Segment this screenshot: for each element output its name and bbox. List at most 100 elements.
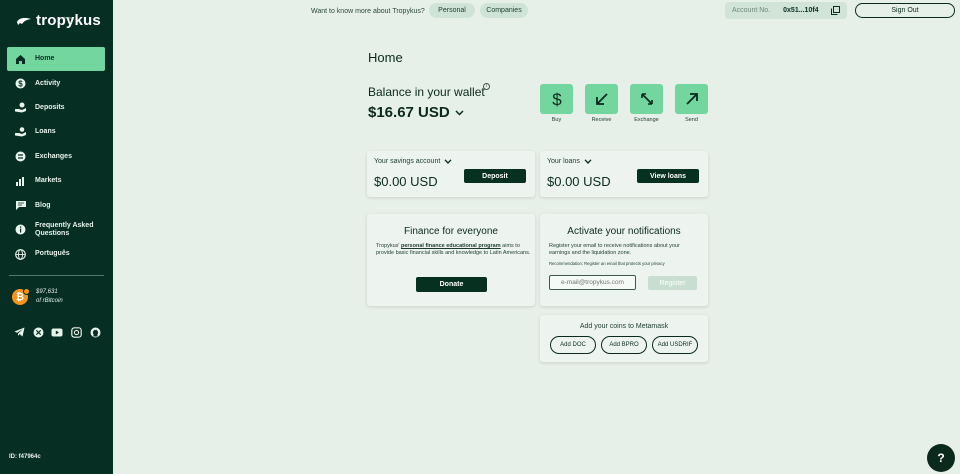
x-icon[interactable] [32,326,44,338]
deposit-button[interactable]: Deposit [464,169,526,183]
sidebar-nav: Home $ Activity Deposits Loans Exchanges [7,47,105,267]
loans-label: Your loans [547,158,580,165]
chevron-down-icon [455,109,464,116]
account-address: 0x51...10f4 [783,7,819,14]
sidebar-item-label: Blog [35,201,51,209]
register-button[interactable]: Register [648,276,697,290]
chart-icon [14,175,27,188]
svg-text:$: $ [18,79,23,88]
btc-price: $97,631 [36,289,58,295]
donate-button[interactable]: Donate [416,277,487,292]
buy-label: Buy [551,117,562,123]
loans-amount: $0.00 USD [547,174,611,189]
balance-value: $16.67 USD [368,104,450,121]
dollar-icon: $ [14,77,27,90]
sidebar-item-exchanges[interactable]: Exchanges [7,145,105,169]
info-icon [14,223,27,236]
sidebar-item-home[interactable]: Home [7,47,105,72]
metamask-title: Add your coins to Metamask [579,323,669,330]
view-loans-button[interactable]: View loans [637,169,699,183]
tab-companies[interactable]: Companies [480,3,528,18]
chevron-down-icon [444,159,452,164]
sidebar-item-activity[interactable]: $ Activity [7,71,105,95]
brand-logo[interactable]: tropykus [16,12,101,29]
sidebar-item-blog[interactable]: Blog [7,193,105,217]
chevron-down-icon [584,159,592,164]
sidebar-item-label: Português [35,250,70,258]
telegram-icon[interactable] [13,326,25,338]
notifications-description: Register your email to receive notificat… [549,243,680,256]
info-icon[interactable]: i [483,83,490,90]
finance-title: Finance for everyone [404,226,498,237]
finance-description: Tropykus' personal finance educational p… [376,243,531,257]
buy-button[interactable]: $ Buy [540,84,573,123]
sidebar-item-loans[interactable]: Loans [7,120,105,144]
loans-card: Your loans $0.00 USD View loans [540,151,708,197]
tab-personal[interactable]: Personal [429,3,475,18]
youtube-icon[interactable] [51,326,63,338]
globe-icon [14,248,27,261]
notifications-title: Activate your notifications [567,226,681,237]
notifications-recommendation: Recommendation: Register an email that p… [549,261,665,266]
arrow-up-right-icon [685,93,698,105]
dollar-icon: $ [552,90,562,108]
sidebar-item-label: Loans [35,128,56,136]
sidebar-item-faq[interactable]: Frequently Asked Questions [7,218,105,242]
balance-value-dropdown[interactable]: $16.67 USD [368,104,464,121]
account-number-box: Account No. 0x51...10f4 [725,2,847,19]
sidebar-item-label: Home [35,55,55,63]
account-label: Account No. [732,7,771,14]
arrow-down-left-icon [595,93,608,105]
help-button[interactable]: ? [927,444,955,472]
svg-text:$: $ [552,90,562,108]
sidebar-item-label: Exchanges [35,152,72,160]
instagram-icon[interactable] [70,326,82,338]
loans-icon [14,126,27,139]
add-bpro-button[interactable]: Add BPRO [601,336,647,354]
sidebar-item-label: Markets [35,177,62,185]
exchange-button[interactable]: Exchange [630,84,663,123]
exchange-label: Exchange [634,117,659,123]
savings-label: Your savings account [374,158,441,165]
add-doc-button[interactable]: Add DOC [550,336,596,354]
chat-icon [14,199,27,212]
send-button[interactable]: Send [675,84,708,123]
toucan-logo-icon [17,17,31,25]
wallet-id: ID: f47964c [9,454,41,460]
savings-card: Your savings account $0.00 USD Deposit [367,151,535,197]
sidebar-item-deposits[interactable]: Deposits [7,96,105,120]
btc-price-widget: ₿ $97,631 of rBitcoin [12,288,63,306]
sidebar: tropykus beta Home $ Activity Deposits L… [0,0,113,474]
finance-program-link[interactable]: personal finance educational program [401,243,501,249]
page-title: Home [368,50,403,65]
sign-out-button[interactable]: Sign Out [855,3,955,18]
loans-dropdown[interactable]: Your loans [547,158,592,165]
receive-button[interactable]: Receive [585,84,618,123]
receive-label: Receive [591,117,612,123]
add-usdrif-button[interactable]: Add USDRIF [652,336,698,354]
notifications-card: Activate your notifications Register you… [540,214,708,306]
wallet-actions: $ Buy Receive Exchange Send [540,84,708,123]
finance-card: Finance for everyone Tropykus' personal … [367,214,535,306]
sidebar-divider [9,275,104,276]
social-links [13,326,101,338]
send-label: Send [685,117,698,123]
finance-text-pre: Tropykus' [376,243,401,249]
copy-icon[interactable] [831,6,840,15]
balance-label: Balance in your wallet [368,85,485,99]
sidebar-item-markets[interactable]: Markets [7,169,105,193]
sidebar-item-label: Frequently Asked Questions [35,221,94,237]
topbar-question: Want to know more about Tropykus? [311,8,425,15]
github-icon[interactable] [89,326,101,338]
sidebar-item-label: Activity [35,79,61,87]
exchange-icon [14,150,27,163]
savings-amount: $0.00 USD [374,174,438,189]
email-field[interactable] [549,275,636,290]
deposits-icon [14,101,27,114]
sidebar-item-language[interactable]: Português [7,242,105,266]
sidebar-item-label: Deposits [35,103,65,111]
savings-dropdown[interactable]: Your savings account [374,158,452,165]
rbtc-icon: ₿ [12,288,30,305]
swap-arrows-icon [640,93,653,105]
home-icon [14,53,27,66]
